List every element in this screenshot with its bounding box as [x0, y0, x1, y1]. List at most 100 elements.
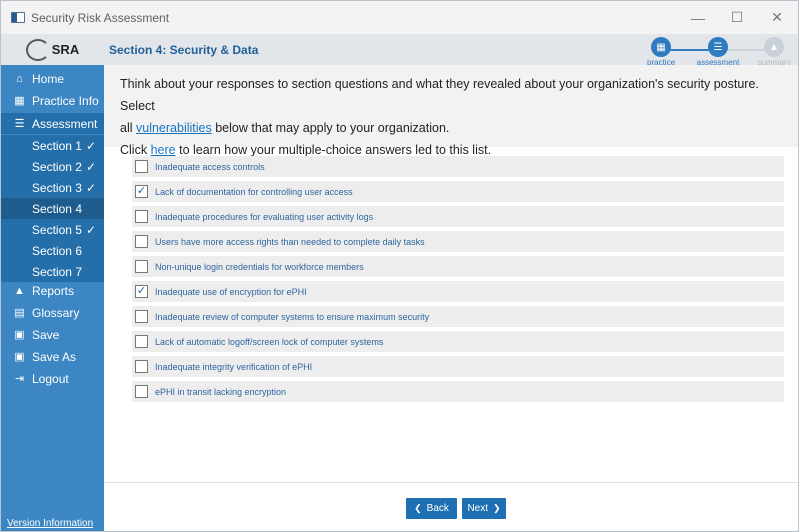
- vulnerability-label: Lack of documentation for controlling us…: [155, 186, 353, 197]
- vulnerability-row[interactable]: Inadequate procedures for evaluating use…: [132, 206, 784, 227]
- assessment-step-icon: ☰: [708, 37, 728, 57]
- reports-icon: ▲: [14, 284, 25, 297]
- section-label: Section 6: [31, 243, 82, 258]
- maximize-button[interactable]: ☐: [717, 1, 757, 34]
- vulnerability-row[interactable]: Non-unique login credentials for workfor…: [132, 256, 784, 277]
- sidebar-item-label: Practice Info: [32, 93, 99, 108]
- vulnerability-checkbox[interactable]: [135, 310, 148, 323]
- vulnerability-checkbox[interactable]: [135, 335, 148, 348]
- vulnerability-row[interactable]: Inadequate review of computer systems to…: [132, 306, 784, 327]
- sidebar-item-label: Glossary: [32, 305, 80, 320]
- sidebar-item-reports[interactable]: ▲ Reports: [1, 280, 104, 301]
- chevron-left-icon: ❮: [414, 503, 422, 513]
- section-label: Section 3: [31, 180, 82, 195]
- sidebar-item-glossary[interactable]: ▤ Glossary: [1, 302, 104, 323]
- hhs-seal-icon: [25, 38, 50, 61]
- vulnerability-label: Users have more access rights than neede…: [155, 236, 425, 247]
- sidebar-item-section-6[interactable]: Section 6: [1, 240, 104, 261]
- sidebar-item-section-1[interactable]: Section 1 ✓: [1, 135, 104, 156]
- logo-text: SRA: [51, 42, 80, 57]
- sidebar-item-section-4[interactable]: Section 4: [1, 198, 104, 219]
- vulnerability-label: ePHI in transit lacking encryption: [155, 386, 287, 397]
- close-button[interactable]: ✕: [757, 1, 797, 34]
- next-label: Next: [467, 503, 488, 514]
- vulnerability-checkbox[interactable]: [135, 210, 148, 223]
- vulnerability-label: Lack of automatic logoff/screen lock of …: [155, 336, 384, 347]
- vulnerability-checkbox[interactable]: [135, 235, 148, 248]
- practice-step-icon: ▦: [651, 37, 671, 57]
- vulnerability-label: Inadequate review of computer systems to…: [155, 311, 430, 322]
- next-button[interactable]: Next ❯: [462, 498, 506, 519]
- save-as-icon: ▣: [14, 351, 25, 363]
- logout-icon: ⇥: [14, 373, 25, 385]
- page-title: Section 4: Security & Data: [109, 42, 259, 57]
- vulnerability-row[interactable]: Users have more access rights than neede…: [132, 231, 784, 252]
- sidebar: SRA ⌂ Home ▦ Practice Info ☰ Assessment …: [1, 34, 104, 531]
- vulnerability-label: Inadequate access controls: [155, 161, 265, 172]
- here-link[interactable]: here: [151, 143, 176, 157]
- step-practice[interactable]: ▦ practice: [647, 37, 675, 67]
- step-summary[interactable]: ▲ summary: [758, 37, 790, 67]
- section-header: Section 4: Security & Data ▦ practice ☰ …: [104, 34, 798, 67]
- vulnerability-label: Inadequate use of encryption for ePHI: [155, 286, 307, 297]
- vulnerability-checkbox[interactable]: ✓: [135, 185, 148, 198]
- chevron-right-icon: ❯: [493, 503, 501, 513]
- vulnerability-label: Inadequate integrity verification of ePH…: [155, 361, 313, 372]
- sidebar-item-label: Home: [32, 71, 65, 86]
- vulnerabilities-link[interactable]: vulnerabilities: [136, 121, 212, 135]
- vulnerability-row[interactable]: ✓ Lack of documentation for controlling u…: [132, 181, 784, 202]
- check-icon: ✓: [85, 180, 96, 195]
- vulnerability-row[interactable]: Inadequate access controls: [132, 156, 784, 177]
- step-assessment[interactable]: ☰ assessment: [697, 37, 739, 67]
- assessment-icon: ☰: [14, 118, 25, 130]
- section-label: Section 4: [31, 201, 82, 216]
- vulnerability-list: Inadequate access controls ✓ Lack of docum…: [132, 156, 784, 406]
- glossary-icon: ▤: [14, 307, 25, 319]
- home-icon: ⌂: [16, 72, 23, 85]
- sidebar-item-practice-info[interactable]: ▦ Practice Info: [1, 90, 104, 111]
- vulnerability-checkbox[interactable]: [135, 360, 148, 373]
- check-icon: ✓: [85, 159, 96, 174]
- back-label: Back: [426, 503, 449, 514]
- practice-icon: ▦: [14, 95, 25, 107]
- section-label: Section 1: [31, 138, 82, 153]
- sidebar-item-section-2[interactable]: Section 2 ✓: [1, 156, 104, 177]
- vulnerability-checkbox[interactable]: ✓: [135, 285, 148, 298]
- check-icon: ✓: [85, 222, 96, 237]
- sidebar-item-section-3[interactable]: Section 3 ✓: [1, 177, 104, 198]
- vulnerability-row[interactable]: Lack of automatic logoff/screen lock of …: [132, 331, 784, 352]
- vulnerability-row[interactable]: ePHI in transit lacking encryption: [132, 381, 784, 402]
- sra-logo: SRA: [1, 34, 104, 65]
- vulnerability-checkbox[interactable]: [135, 160, 148, 173]
- sidebar-item-save[interactable]: ▣ Save: [1, 324, 104, 345]
- sidebar-item-section-7[interactable]: Section 7: [1, 261, 104, 282]
- back-button[interactable]: ❮ Back: [406, 498, 457, 519]
- version-information-link[interactable]: Version Information: [7, 518, 93, 529]
- app-window: Security Risk Assessment — ☐ ✕ SRA ⌂ Hom…: [0, 0, 799, 532]
- section-label: Section 7: [31, 264, 82, 279]
- instructions: Think about your responses to section qu…: [104, 65, 798, 157]
- minimize-button[interactable]: —: [678, 1, 718, 34]
- vulnerability-row[interactable]: ✓ Inadequate use of encryption for ePHI: [132, 281, 784, 302]
- title-bar: Security Risk Assessment — ☐ ✕: [1, 1, 798, 34]
- instruction-line-1: Think about your responses to section qu…: [120, 77, 759, 113]
- vulnerability-checkbox[interactable]: [135, 260, 148, 273]
- section-label: Section 2: [31, 159, 82, 174]
- vulnerability-row[interactable]: Inadequate integrity verification of ePH…: [132, 356, 784, 377]
- vulnerability-checkbox[interactable]: [135, 385, 148, 398]
- sidebar-item-section-5[interactable]: Section 5 ✓: [1, 219, 104, 240]
- sidebar-item-label: Logout: [32, 371, 69, 386]
- sidebar-item-home[interactable]: ⌂ Home: [1, 68, 104, 89]
- sidebar-item-label: Save As: [32, 349, 77, 364]
- section-label: Section 5: [31, 222, 82, 237]
- vulnerability-label: Inadequate procedures for evaluating use…: [155, 211, 374, 222]
- window-title: Security Risk Assessment: [31, 10, 170, 25]
- sidebar-item-save-as[interactable]: ▣ Save As: [1, 346, 104, 367]
- summary-step-icon: ▲: [764, 37, 784, 57]
- sidebar-item-logout[interactable]: ⇥ Logout: [1, 368, 104, 389]
- sidebar-item-assessment[interactable]: ☰ Assessment: [1, 113, 104, 134]
- sidebar-item-label: Assessment: [32, 116, 98, 131]
- check-icon: ✓: [85, 138, 96, 153]
- footer-divider: [104, 482, 798, 483]
- sidebar-item-label: Save: [32, 327, 60, 342]
